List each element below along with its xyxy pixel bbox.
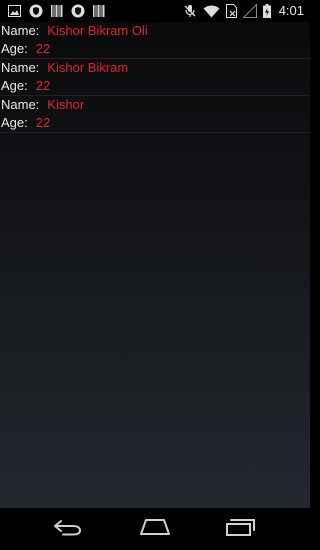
- age-row: Age: 22: [1, 77, 310, 95]
- main-content: Name: Kishor Bikram Oli Age: 22 Name: Ki…: [0, 22, 310, 508]
- age-row: Age: 22: [1, 40, 310, 58]
- list-item[interactable]: Name: Kishor Age: 22: [0, 96, 310, 133]
- age-label: Age:: [1, 41, 28, 56]
- name-row: Name: Kishor Bikram: [1, 59, 310, 77]
- shield-notification-icon: [71, 4, 85, 18]
- wifi-icon: [203, 5, 220, 18]
- shield-notification-icon: [29, 4, 43, 18]
- system-icons: 4:01: [183, 3, 304, 19]
- age-label: Age:: [1, 78, 28, 93]
- home-button[interactable]: [135, 516, 175, 542]
- name-value: Kishor Bikram: [47, 60, 129, 75]
- age-value: 22: [35, 41, 51, 56]
- back-icon: [53, 518, 83, 541]
- image-notification-icon: [8, 5, 21, 17]
- muted-mic-icon: [183, 4, 197, 18]
- name-row: Name: Kishor: [1, 96, 310, 114]
- name-value: Kishor: [47, 97, 85, 112]
- age-row: Age: 22: [1, 114, 310, 132]
- age-label: Age:: [1, 115, 28, 130]
- recent-apps-icon: [225, 518, 257, 541]
- status-bar: 4:01: [0, 0, 310, 22]
- notification-icons: [8, 4, 105, 18]
- name-label: Name:: [1, 97, 40, 112]
- list-item[interactable]: Name: Kishor Bikram Age: 22: [0, 59, 310, 96]
- name-label: Name:: [1, 23, 40, 38]
- barcode-notification-icon: [93, 4, 105, 18]
- navigation-bar: [0, 508, 310, 550]
- person-list[interactable]: Name: Kishor Bikram Oli Age: 22 Name: Ki…: [0, 22, 310, 133]
- back-button[interactable]: [48, 516, 88, 542]
- age-value: 22: [35, 115, 51, 130]
- home-icon: [139, 518, 171, 541]
- name-label: Name:: [1, 60, 40, 75]
- name-row: Name: Kishor Bikram Oli: [1, 22, 310, 40]
- barcode-notification-icon: [51, 4, 63, 18]
- battery-charging-icon: [262, 4, 271, 18]
- recent-apps-button[interactable]: [221, 516, 261, 542]
- status-clock: 4:01: [278, 3, 304, 18]
- age-value: 22: [35, 78, 51, 93]
- name-value: Kishor Bikram Oli: [47, 23, 148, 38]
- list-item[interactable]: Name: Kishor Bikram Oli Age: 22: [0, 22, 310, 59]
- signal-icon: [242, 4, 257, 18]
- sim-card-icon: [225, 4, 237, 18]
